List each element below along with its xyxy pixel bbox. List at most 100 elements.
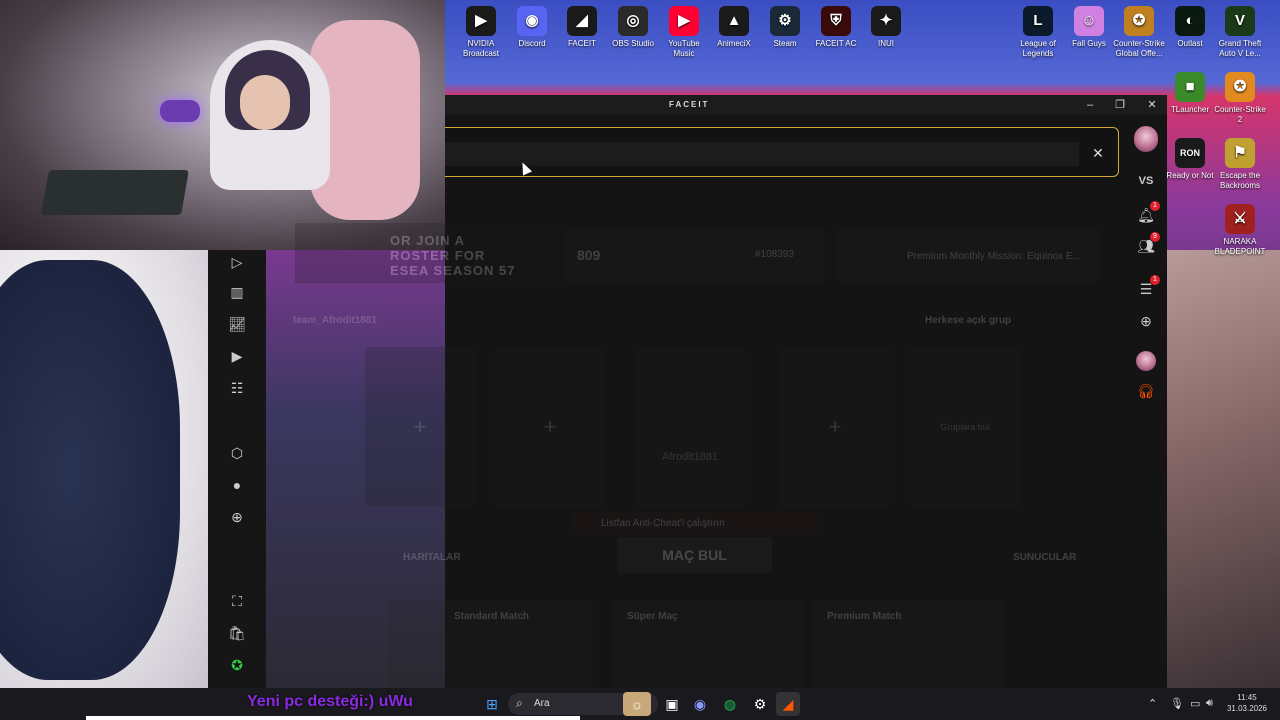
desktop-shortcut[interactable]: ◐ Outlast [1164,2,1216,49]
webcam-overlay-top [0,0,445,250]
desktop-shortcut[interactable]: ✪ Counter-Strike 2 [1214,68,1266,125]
desktop-shortcut[interactable]: V Grand Theft Auto V Le... [1214,2,1266,59]
nvidia-icon: ▶ [466,6,496,36]
shop-icon[interactable]: 🛍︎ [225,621,249,645]
desktop-shortcut[interactable]: ◎ OBS Studio [607,2,659,49]
find-players-slot[interactable]: Gruplara bul [910,347,1020,507]
steam-taskbar-icon[interactable]: ⚙ [748,692,772,716]
faceit-window: FACEIT – ❐ ✕ OR JOIN A ROSTER FOR ESEA S… [293,95,1167,691]
faceit-ac-icon: ⛨ [821,6,851,36]
spotify-icon[interactable]: ◍ [718,692,742,716]
bell-icon[interactable]: 🔔︎ 1 [1134,201,1160,227]
animecix-icon: ▲ [719,6,749,36]
desktop-shortcut[interactable]: ▶ NVIDIA Broadcast [455,2,507,59]
fullscreen-icon[interactable]: ⛶ [225,589,249,613]
player-slot-empty[interactable]: + [365,347,475,507]
maps-tab[interactable]: HARİTALAR [403,552,461,563]
add-club-icon[interactable]: ⊕ [225,505,249,529]
elo-card[interactable]: 809 #108393 [565,227,825,282]
csgo-icon: ✪ [1124,6,1154,36]
naraka-icon: ⚔ [1225,204,1255,234]
widgets-icon[interactable]: ☼ [623,692,651,716]
desktop-shortcut[interactable]: ⛨ FACEIT AC [810,2,862,49]
cs2-icon: ✪ [1225,72,1255,102]
player-slot-self[interactable]: Afrodit1881 [635,347,745,507]
volume-icon[interactable]: 🔊︎ [1206,697,1213,710]
rankings-icon[interactable]: ▥ [225,280,249,304]
desktop-shortcut[interactable]: ☺ Fall Guys [1063,2,1115,49]
headset-icon[interactable]: 🎧︎ [1134,379,1158,403]
desktop-shortcut[interactable]: ✪ Counter-Strike Global Offe... [1113,2,1165,59]
desktop-shortcut-label: Fall Guys [1072,39,1106,48]
desktop-shortcut-label: Counter-Strike Global Offe... [1113,39,1165,58]
dimmed-main-content: OR JOIN A ROSTER FOR ESEA SEASON 57 809 … [293,187,1125,691]
maximize-button[interactable]: ❐ [1107,97,1133,113]
profile-avatar[interactable] [1134,126,1158,152]
desktop-shortcut-label: FACEIT [567,39,596,48]
search-input[interactable] [445,142,1079,166]
close-window-button[interactable]: ✕ [1139,97,1165,113]
esea-promo-banner[interactable]: OR JOIN A ROSTER FOR ESEA SEASON 57 [295,223,565,283]
task-view-icon[interactable]: ▣ [660,692,684,716]
party-icon[interactable]: ☰ 1 [1134,275,1160,301]
steam-icon: ⚙ [770,6,800,36]
desktop-shortcut-label: OBS Studio [612,39,654,48]
gta-icon: V [1225,6,1255,36]
title-bar: FACEIT – ❐ ✕ [445,95,1167,115]
tray-chevron-icon[interactable]: ⌃ [1148,697,1157,710]
anticheat-warning[interactable]: Listfan Anti-Cheat'i çalıştırın [573,512,818,534]
search-panel: ✕ [445,127,1119,177]
queue-premium[interactable]: Premium Match [813,601,1003,691]
desktop-shortcut-label: Ready or Not [1166,171,1214,180]
desktop-shortcut[interactable]: ⚙ Steam [759,2,811,49]
escape-backrooms-icon: ⚑ [1225,138,1255,168]
desktop-shortcut-label: Steam [773,39,797,48]
friends-icon[interactable]: 👥︎ 9 [1134,232,1160,258]
minimize-button[interactable]: – [1077,97,1103,113]
stats-icon[interactable]: 📈︎ [225,312,249,336]
add-friend-icon[interactable]: ⊕ [1134,309,1158,333]
faceit-logo: FACEIT [669,100,710,109]
friend-avatar[interactable] [1134,349,1158,373]
desktop-shortcut[interactable]: ✦ INUI [860,2,912,49]
discord-taskbar-icon[interactable]: ◉ [688,692,712,716]
play-icon[interactable]: ▷ [225,250,249,274]
fall-guys-icon: ☺ [1074,6,1104,36]
player-slot-empty[interactable]: + [495,347,605,507]
queue-standard[interactable]: Standard Match [388,601,593,691]
desktop-shortcut-label: Counter-Strike 2 [1214,105,1266,124]
desktop-shortcut-label: NVIDIA Broadcast [462,39,500,58]
desktop-shortcut[interactable]: ▶ YouTube Music [658,2,710,59]
party-label[interactable]: Herkese açık grup [925,315,1011,326]
queue-super[interactable]: Süper Maç [613,601,803,691]
player-slot-empty[interactable]: + [780,347,890,507]
desktop-shortcut[interactable]: ◢ FACEIT [556,2,608,49]
mic-icon[interactable]: 🎙︎ [1170,697,1184,710]
clock-time: 11:45 [1237,693,1257,702]
faceit-taskbar-icon[interactable]: ◢ [776,692,800,716]
club-avatar-icon[interactable]: ● [225,473,249,497]
hub-icon[interactable]: ⬡ [225,441,249,465]
list-icon[interactable]: ☷ [225,376,249,400]
desktop-shortcut[interactable]: ⚔ NARAKA BLADEPOINT [1214,200,1266,257]
vs-button[interactable]: VS [1134,169,1158,193]
find-match-button[interactable]: MAÇ BUL [617,537,772,573]
video-icon[interactable]: ▶ [225,344,249,368]
team-name[interactable]: team_Afrodit1881 [293,315,377,326]
desktop-shortcut[interactable]: RON Ready or Not [1164,134,1216,181]
desktop-shortcut[interactable]: ■ TLauncher [1164,68,1216,115]
stream-overlay-text: Yeni pc desteği:) uWu [247,693,413,710]
desktop-shortcut[interactable]: ▲ AnimeciX [708,2,760,49]
start-button-icon[interactable]: ⊞ [480,692,504,716]
clock[interactable]: 11:45 31.03.2026 [1222,692,1272,714]
mission-card[interactable]: Premium Monthly Mission: Equinox E... [837,227,1099,282]
servers-tab[interactable]: SUNUCULAR [1013,552,1076,563]
desktop-shortcut[interactable]: L League of Legends [1012,2,1064,59]
close-search-icon[interactable]: ✕ [1088,143,1108,163]
desktop-shortcut[interactable]: ⚑ Escape the Backrooms [1214,134,1266,191]
anticheat-text: Listfan Anti-Cheat'i çalıştırın [601,518,725,529]
desktop-shortcut[interactable]: ◉ Discord [506,2,558,49]
desktop-shortcut-label: AnimeciX [717,39,751,48]
premium-icon[interactable]: ✪ [225,653,249,677]
network-icon[interactable]: ▭ [1190,697,1200,710]
